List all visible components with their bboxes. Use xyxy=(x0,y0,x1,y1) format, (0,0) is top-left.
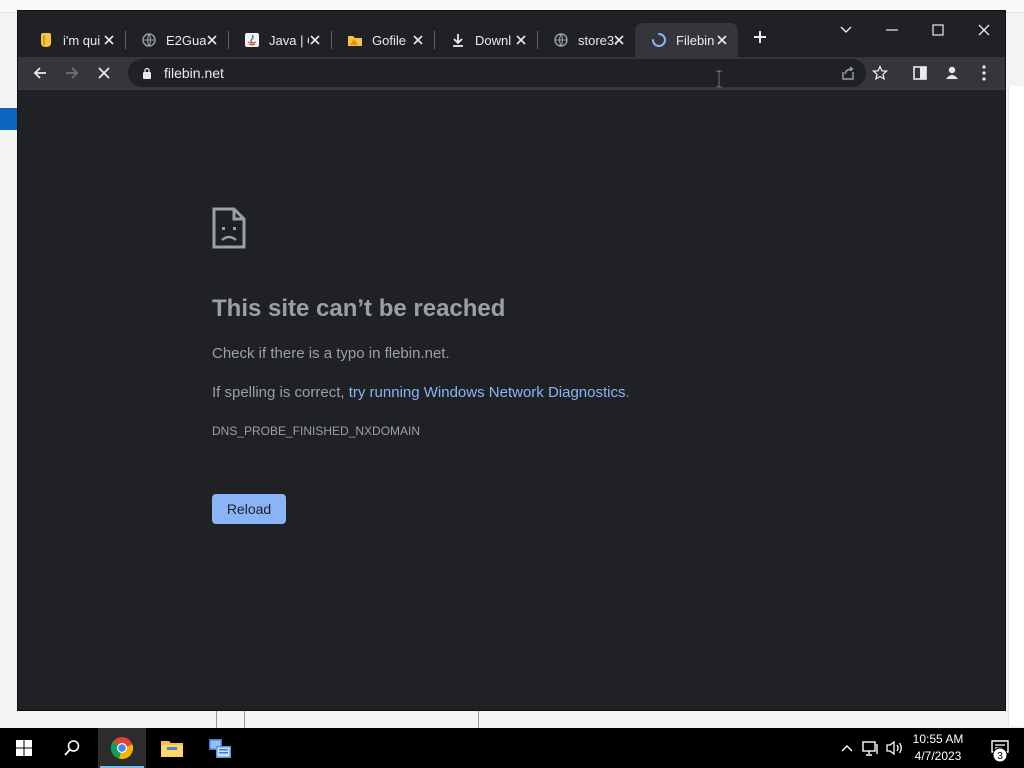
show-hidden-icons-button[interactable] xyxy=(838,728,856,768)
clock-date: 4/7/2023 xyxy=(914,749,962,763)
bookmark-star-button[interactable] xyxy=(866,59,894,87)
plus-icon xyxy=(754,31,766,43)
background-divider xyxy=(244,710,245,728)
arrow-left-icon xyxy=(33,67,46,79)
sad-page-icon xyxy=(212,207,246,254)
close-icon xyxy=(978,24,990,36)
tab-filebin[interactable]: Filebin xyxy=(635,23,738,57)
address-text: filebin.net xyxy=(164,65,224,81)
speaker-icon xyxy=(886,740,902,756)
share-icon[interactable] xyxy=(840,65,856,86)
windows-logo-icon xyxy=(16,740,32,756)
tab-label: Downl xyxy=(475,32,512,48)
page-content: This site can’t be reached Check if ther… xyxy=(18,90,1005,710)
notification-count: 3 xyxy=(997,751,1003,762)
tab-label: i'm qui xyxy=(63,32,101,48)
arrow-right-icon xyxy=(66,67,79,79)
tab-java[interactable]: Java | C xyxy=(228,23,332,57)
lock-icon xyxy=(140,66,154,80)
profile-button[interactable] xyxy=(938,59,966,87)
chevron-up-icon xyxy=(841,745,853,752)
browser-toolbar: filebin.net xyxy=(18,57,1005,89)
tab-e2guardian[interactable]: E2Guar xyxy=(125,23,229,57)
side-panel-button[interactable] xyxy=(906,59,934,87)
minimize-icon xyxy=(886,29,898,31)
close-icon[interactable] xyxy=(307,32,323,48)
computer-network-icon xyxy=(209,739,231,758)
tab-store3[interactable]: store3. xyxy=(537,23,635,57)
stop-icon xyxy=(98,67,110,79)
background-window-scrollbar xyxy=(1008,86,1024,726)
more-vert-icon xyxy=(982,65,986,81)
menu-button[interactable] xyxy=(970,59,998,87)
error-code: DNS_PROBE_FINISHED_NXDOMAIN xyxy=(212,424,421,438)
profile-icon xyxy=(946,66,958,79)
tab-label: Java | C xyxy=(269,32,309,48)
notification-count-badge: 3 xyxy=(992,747,1008,763)
tab-label: E2Guar xyxy=(166,32,206,48)
folder-icon xyxy=(161,741,183,757)
text-cursor-icon xyxy=(716,70,722,88)
tab-gofile[interactable]: Gofile xyxy=(331,23,435,57)
search-button[interactable] xyxy=(48,728,96,768)
tab-downloads[interactable]: Downl xyxy=(434,23,538,57)
clock-time: 10:55 AM xyxy=(912,732,964,746)
close-icon[interactable] xyxy=(611,32,627,48)
background-divider xyxy=(478,710,479,728)
tab-search-button[interactable] xyxy=(832,19,860,41)
error-headline: This site can’t be reached xyxy=(212,295,506,322)
bookmark-icon xyxy=(38,32,54,48)
java-icon xyxy=(244,32,260,48)
taskbar-chrome[interactable] xyxy=(98,728,146,768)
back-button[interactable] xyxy=(26,59,54,87)
background-window-selection xyxy=(0,108,18,130)
chevron-down-icon xyxy=(840,26,852,33)
reload-button[interactable]: Reload xyxy=(212,494,286,524)
taskbar: 10:55 AM 4/7/2023 xyxy=(0,728,1024,768)
side-panel-icon xyxy=(913,66,927,80)
close-icon[interactable] xyxy=(513,32,529,48)
tab-label: Gofile xyxy=(372,32,406,48)
network-icon xyxy=(862,741,878,756)
volume-tray-button[interactable] xyxy=(884,728,906,768)
download-icon xyxy=(450,32,466,48)
taskbar-file-explorer[interactable] xyxy=(148,728,196,768)
tab-strip: i'm qui E2Guar Java | C Gofile xyxy=(18,11,1005,57)
chrome-icon xyxy=(110,737,134,760)
close-icon[interactable] xyxy=(101,32,117,48)
search-icon xyxy=(64,740,80,756)
globe-icon xyxy=(553,32,569,48)
loading-spinner-icon xyxy=(651,32,667,48)
maximize-button[interactable] xyxy=(924,19,952,41)
suggestion-prefix: If spelling is correct, xyxy=(212,384,349,401)
close-window-button[interactable] xyxy=(970,19,998,41)
tab-im-quite[interactable]: i'm qui xyxy=(22,23,126,57)
clock[interactable]: 10:55 AM 4/7/2023 xyxy=(904,731,972,765)
network-tray-button[interactable] xyxy=(860,728,882,768)
suggestion-suffix: . xyxy=(625,384,630,401)
start-button[interactable] xyxy=(0,728,48,768)
gofile-icon xyxy=(347,32,363,48)
close-icon[interactable] xyxy=(204,32,220,48)
forward-button[interactable] xyxy=(58,59,86,87)
taskbar-remote-app[interactable] xyxy=(196,728,244,768)
star-icon xyxy=(872,65,888,81)
minimize-button[interactable] xyxy=(878,19,906,41)
new-tab-button[interactable] xyxy=(750,27,770,47)
error-suggestion-diagnostics: If spelling is correct, try running Wind… xyxy=(212,384,630,401)
globe-icon xyxy=(141,32,157,48)
browser-window: i'm qui E2Guar Java | C Gofile xyxy=(17,10,1006,711)
network-diagnostics-link[interactable]: try running Windows Network Diagnostics xyxy=(349,384,626,401)
close-icon[interactable] xyxy=(714,32,730,48)
maximize-icon xyxy=(932,24,944,36)
background-divider xyxy=(216,710,217,728)
error-suggestion-typo: Check if there is a typo in flebin.net. xyxy=(212,345,450,362)
stop-button[interactable] xyxy=(90,59,118,87)
address-bar[interactable]: filebin.net xyxy=(128,59,866,87)
close-icon[interactable] xyxy=(410,32,426,48)
